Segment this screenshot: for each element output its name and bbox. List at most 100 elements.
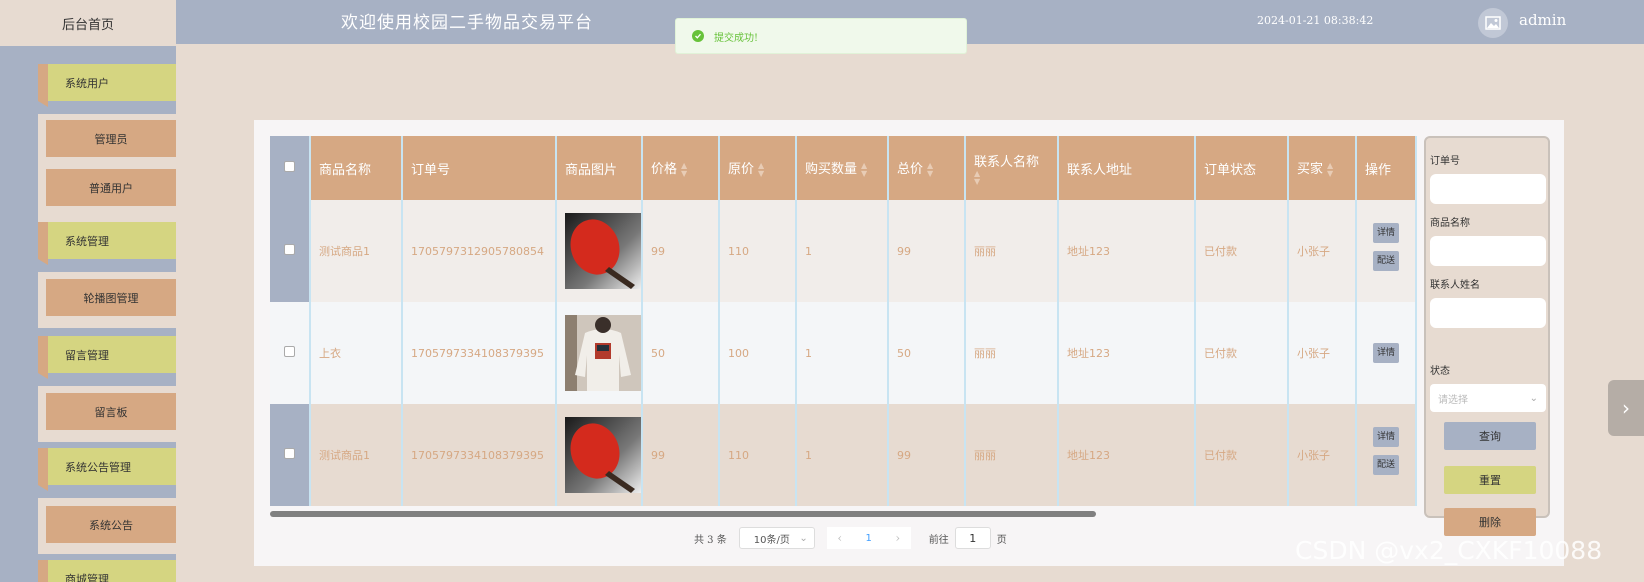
sidebar-item-mall-manage[interactable]: 商城管理 <box>38 560 176 582</box>
sort-icon[interactable]: ▲ ▼ <box>927 161 933 178</box>
cell-buyer: 小张子 <box>1288 404 1357 506</box>
sort-icon[interactable]: ▲ ▼ <box>861 161 867 178</box>
horizontal-scrollbar[interactable] <box>270 511 1096 517</box>
sidebar-item-admin[interactable]: 管理员 <box>46 120 176 157</box>
sidebar-item-normal-users[interactable]: 普通用户 <box>46 169 176 206</box>
row-checkbox-cell[interactable] <box>270 404 311 506</box>
cell-status: 已付款 <box>1195 404 1289 506</box>
cell-image <box>556 302 643 404</box>
product-image-paddle[interactable] <box>565 213 641 289</box>
detail-button[interactable]: 详情 <box>1373 427 1399 447</box>
deliver-button[interactable]: 配送 <box>1373 455 1399 475</box>
sidebar-item-system-manage[interactable]: 系统管理 <box>38 222 176 265</box>
cell-ops: 详情 配送 <box>1356 200 1417 302</box>
col-header-price-label: 价格 <box>651 162 678 178</box>
cell-order-no: 1705797312905780854 <box>402 200 557 302</box>
row-checkbox[interactable] <box>284 244 295 255</box>
check-circle-icon <box>692 30 704 42</box>
product-name-input[interactable] <box>1430 236 1546 266</box>
cell-order-no: 1705797334108379395 <box>402 302 557 404</box>
col-header-name: 商品名称 <box>310 136 403 200</box>
cell-total: 99 <box>888 404 966 506</box>
sort-icon[interactable]: ▲ ▼ <box>681 161 687 178</box>
total-count: 共 3 条 <box>694 534 727 546</box>
col-header-qty-label: 购买数量 <box>805 162 858 178</box>
sidebar-item-carousel[interactable]: 轮播图管理 <box>46 279 176 316</box>
sidebar-submenu-notice: 系统公告 <box>38 498 176 554</box>
cell-contact: 丽丽 <box>965 404 1059 506</box>
col-header-buyer[interactable]: 买家 ▲ ▼ <box>1288 136 1357 200</box>
sidebar-item-messages[interactable]: 留言管理 <box>38 336 176 379</box>
site-title: 欢迎使用校园二手物品交易平台 <box>341 13 593 33</box>
cell-orig-price: 100 <box>719 302 797 404</box>
datetime-display: 2024-01-21 08:38:42 <box>1257 14 1374 27</box>
pagination: 共 3 条 10条/页 ⌄ ‹ 1 › 前往 1 页 <box>694 527 1007 549</box>
toast-message: 提交成功! <box>714 32 759 44</box>
col-header-orig-price-label: 原价 <box>728 162 755 178</box>
row-checkbox[interactable] <box>284 448 295 459</box>
goto-prefix: 前往 <box>928 534 949 546</box>
cell-contact: 丽丽 <box>965 200 1059 302</box>
query-button[interactable]: 查询 <box>1444 422 1536 450</box>
sort-icon[interactable]: ▲ ▼ <box>1327 161 1333 178</box>
contact-name-input[interactable] <box>1430 298 1546 328</box>
image-icon <box>1485 16 1501 30</box>
col-header-status: 订单状态 <box>1195 136 1289 200</box>
cell-price: 99 <box>642 200 720 302</box>
row-checkbox-cell[interactable] <box>270 302 311 404</box>
sort-icon[interactable]: ▲ ▼ <box>758 161 764 178</box>
product-name-label: 商品名称 <box>1430 218 1470 229</box>
cell-ops: 详情 配送 <box>1356 404 1417 506</box>
cell-qty: 1 <box>796 404 889 506</box>
select-all-checkbox[interactable] <box>284 160 295 172</box>
detail-button[interactable]: 详情 <box>1373 223 1399 243</box>
page-number[interactable]: 1 <box>853 533 885 544</box>
product-image-sweater[interactable] <box>565 315 641 391</box>
col-header-address: 联系人地址 <box>1058 136 1196 200</box>
prev-page-icon[interactable]: ‹ <box>827 531 853 545</box>
table-row: 测试商品1 1705797312905780854 99 110 1 99 丽丽… <box>270 200 1417 302</box>
col-header-contact-label: 联系人名称 <box>974 154 1040 170</box>
sidebar-item-system-users[interactable]: 系统用户 <box>38 64 176 107</box>
deliver-button[interactable]: 配送 <box>1373 251 1399 271</box>
col-header-ops: 操作 <box>1356 136 1417 200</box>
sidebar-item-notice[interactable]: 系统公告 <box>46 506 176 543</box>
status-placeholder: 请选择 <box>1438 394 1468 406</box>
cell-qty: 1 <box>796 302 889 404</box>
sort-icon[interactable]: ▲ ▼ <box>974 169 980 186</box>
cell-order-no: 1705797334108379395 <box>402 404 557 506</box>
goto-page-input[interactable]: 1 <box>954 527 991 549</box>
table-row: 上衣 1705797334108379395 50 100 1 50 丽丽 地址… <box>270 302 1417 404</box>
chevron-right-icon[interactable]: › <box>1608 380 1644 436</box>
col-header-total[interactable]: 总价 ▲ ▼ <box>888 136 966 200</box>
col-header-contact[interactable]: 联系人名称 ▲ ▼ <box>965 136 1059 200</box>
username[interactable]: admin <box>1519 11 1566 29</box>
orders-table: 商品名称 订单号 商品图片 价格 ▲ ▼ 原价 ▲ ▼ 购买数量 ▲ ▼ 总价 ▲ ▼ 联系人名… <box>270 136 1417 506</box>
avatar[interactable] <box>1478 8 1508 38</box>
sidebar-submenu-system: 轮播图管理 <box>38 272 176 328</box>
order-no-input[interactable] <box>1430 174 1546 204</box>
next-page-icon[interactable]: › <box>885 531 911 545</box>
row-checkbox-cell[interactable] <box>270 200 311 302</box>
select-all-checkbox-cell[interactable] <box>270 136 311 200</box>
col-header-qty[interactable]: 购买数量 ▲ ▼ <box>796 136 889 200</box>
status-label: 状态 <box>1430 366 1450 377</box>
page-nav: ‹ 1 › <box>826 527 911 549</box>
cell-price: 50 <box>642 302 720 404</box>
col-header-orig-price[interactable]: 原价 ▲ ▼ <box>719 136 797 200</box>
sidebar-item-message-board[interactable]: 留言板 <box>46 393 176 430</box>
delete-button[interactable]: 删除 <box>1444 508 1536 536</box>
order-no-label: 订单号 <box>1430 156 1460 167</box>
cell-name: 测试商品1 <box>310 404 403 506</box>
page-size-select[interactable]: 10条/页 ⌄ <box>738 527 815 549</box>
home-tab[interactable]: 后台首页 <box>0 0 176 46</box>
detail-button[interactable]: 详情 <box>1373 343 1399 363</box>
contact-name-label: 联系人姓名 <box>1430 280 1480 291</box>
page-size-value: 10条/页 <box>753 534 790 546</box>
row-checkbox[interactable] <box>284 346 295 357</box>
product-image-paddle[interactable] <box>565 417 641 493</box>
col-header-price[interactable]: 价格 ▲ ▼ <box>642 136 720 200</box>
reset-button[interactable]: 重置 <box>1444 466 1536 494</box>
status-select[interactable]: 请选择 ⌄ <box>1430 384 1546 412</box>
sidebar-item-notice-manage[interactable]: 系统公告管理 <box>38 448 176 491</box>
